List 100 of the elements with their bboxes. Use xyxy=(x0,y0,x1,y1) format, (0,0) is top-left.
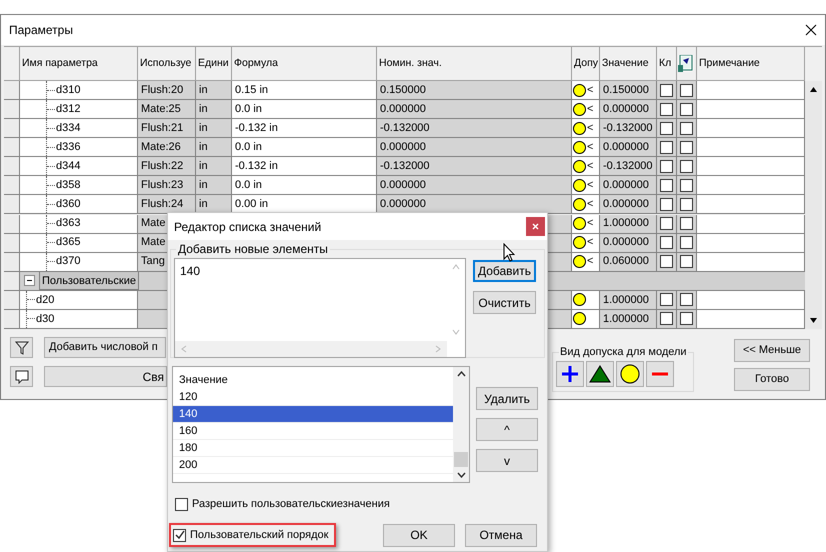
list-item[interactable]: 120 xyxy=(173,389,453,406)
checkbox[interactable] xyxy=(660,140,673,154)
add-numeric-button[interactable]: Добавить числовой п xyxy=(44,337,166,358)
row-header[interactable] xyxy=(4,81,20,100)
list-item[interactable]: 140 xyxy=(173,406,453,423)
checkbox[interactable] xyxy=(680,198,693,211)
help-button[interactable] xyxy=(10,366,33,387)
usage-cell: Flush:23 xyxy=(138,176,196,196)
column-header[interactable]: Имя параметра xyxy=(20,47,138,81)
row-header[interactable] xyxy=(4,176,20,196)
link-button[interactable]: Свя xyxy=(44,366,167,387)
checkbox-label[interactable]: Разрешить пользовательскиезначения xyxy=(192,496,390,512)
usage-cell: Flush:21 xyxy=(138,119,196,138)
filter-button[interactable] xyxy=(10,337,33,358)
checkbox[interactable] xyxy=(680,122,693,135)
row-header[interactable] xyxy=(4,310,20,329)
move-down-button[interactable]: v xyxy=(476,449,538,472)
checkbox[interactable] xyxy=(680,140,693,154)
move-up-button[interactable]: ^ xyxy=(476,418,538,441)
scroll-down-icon[interactable] xyxy=(456,472,466,478)
checkbox[interactable] xyxy=(680,84,693,97)
note-cell[interactable] xyxy=(697,119,805,138)
tolerance-mark: < xyxy=(587,178,594,194)
circle-icon xyxy=(573,140,586,154)
row-header[interactable] xyxy=(4,234,20,253)
note-cell[interactable] xyxy=(697,100,805,120)
checkbox[interactable] xyxy=(660,178,673,192)
unit-cell: in xyxy=(196,138,232,158)
checkbox[interactable] xyxy=(660,293,673,306)
model-value-cell: 0.150000 xyxy=(600,81,657,100)
collapse-toggle[interactable] xyxy=(24,275,35,286)
note-cell[interactable] xyxy=(697,138,805,158)
column-header[interactable]: Допу xyxy=(572,47,600,81)
note-cell[interactable] xyxy=(697,234,805,253)
checkbox[interactable] xyxy=(175,498,188,510)
column-header[interactable] xyxy=(677,47,697,81)
note-cell[interactable] xyxy=(697,81,805,100)
checkbox[interactable] xyxy=(660,84,673,97)
note-cell[interactable] xyxy=(697,214,805,234)
close-button[interactable] xyxy=(526,217,545,236)
cancel-button[interactable]: Отмена xyxy=(465,524,537,546)
checkbox[interactable] xyxy=(660,160,673,173)
row-header[interactable] xyxy=(4,100,20,120)
checkbox[interactable] xyxy=(660,255,673,268)
column-header[interactable]: Значение xyxy=(600,47,657,81)
checkbox[interactable] xyxy=(660,122,673,135)
list-item[interactable]: 160 xyxy=(173,423,453,440)
plus-tolerance-button[interactable] xyxy=(556,360,584,386)
checkbox[interactable] xyxy=(680,178,693,192)
circle-tolerance-button[interactable] xyxy=(616,360,644,386)
scrollbar[interactable] xyxy=(805,81,822,329)
column-header[interactable]: Примечание xyxy=(697,47,805,81)
column-header[interactable]: Используе xyxy=(138,47,196,81)
checkbox[interactable] xyxy=(660,217,673,230)
column-header[interactable]: Значение xyxy=(173,367,453,389)
checkbox[interactable] xyxy=(680,160,693,173)
row-header[interactable] xyxy=(4,119,20,138)
column-header[interactable]: Едини xyxy=(196,47,232,81)
add-button[interactable]: Добавить xyxy=(473,260,536,282)
checkbox[interactable] xyxy=(680,217,693,230)
checkbox[interactable] xyxy=(680,236,693,250)
list-item[interactable]: 200 xyxy=(173,457,453,474)
close-icon[interactable] xyxy=(805,24,817,36)
checkbox[interactable] xyxy=(660,236,673,250)
note-cell[interactable] xyxy=(697,176,805,196)
scrollbar[interactable] xyxy=(453,367,469,482)
checkbox[interactable] xyxy=(680,255,693,268)
triangle-tolerance-button[interactable] xyxy=(586,360,614,386)
done-button[interactable]: Готово xyxy=(734,368,810,391)
model-value-cell: 0.000000 xyxy=(600,176,657,196)
checkbox[interactable] xyxy=(660,198,673,211)
scroll-thumb[interactable] xyxy=(454,452,468,467)
group-label[interactable]: Пользовательские xyxy=(39,271,139,290)
less-button[interactable]: << Меньше xyxy=(734,339,810,362)
formula-cell: 0.15 in xyxy=(232,81,377,100)
row-header[interactable] xyxy=(4,157,20,176)
column-header[interactable]: Кл xyxy=(657,47,677,81)
checkbox[interactable] xyxy=(660,312,673,326)
checkbox[interactable] xyxy=(173,528,186,542)
column-header[interactable]: Формула xyxy=(232,47,377,81)
checkbox[interactable] xyxy=(660,102,673,116)
row-header[interactable] xyxy=(4,138,20,158)
delete-button[interactable]: Удалить xyxy=(476,387,538,410)
ok-button[interactable]: OK xyxy=(383,524,455,546)
scroll-up-icon[interactable] xyxy=(456,371,466,377)
row-header[interactable] xyxy=(4,214,20,234)
row-header[interactable] xyxy=(4,195,20,214)
tolerance-mark: < xyxy=(587,159,594,174)
note-cell[interactable] xyxy=(697,195,805,214)
note-cell[interactable] xyxy=(697,157,805,176)
note-cell[interactable] xyxy=(697,290,805,310)
column-header[interactable]: Номин. знач. xyxy=(377,47,572,81)
note-cell[interactable] xyxy=(697,252,805,272)
checkbox[interactable] xyxy=(680,293,693,306)
checkbox[interactable] xyxy=(680,102,693,116)
checkbox[interactable] xyxy=(680,312,693,326)
note-cell[interactable] xyxy=(697,310,805,329)
clear-button[interactable]: Очистить xyxy=(473,291,536,314)
list-item[interactable]: 180 xyxy=(173,440,453,457)
checkbox-label[interactable]: Пользовательский порядок xyxy=(190,526,328,544)
